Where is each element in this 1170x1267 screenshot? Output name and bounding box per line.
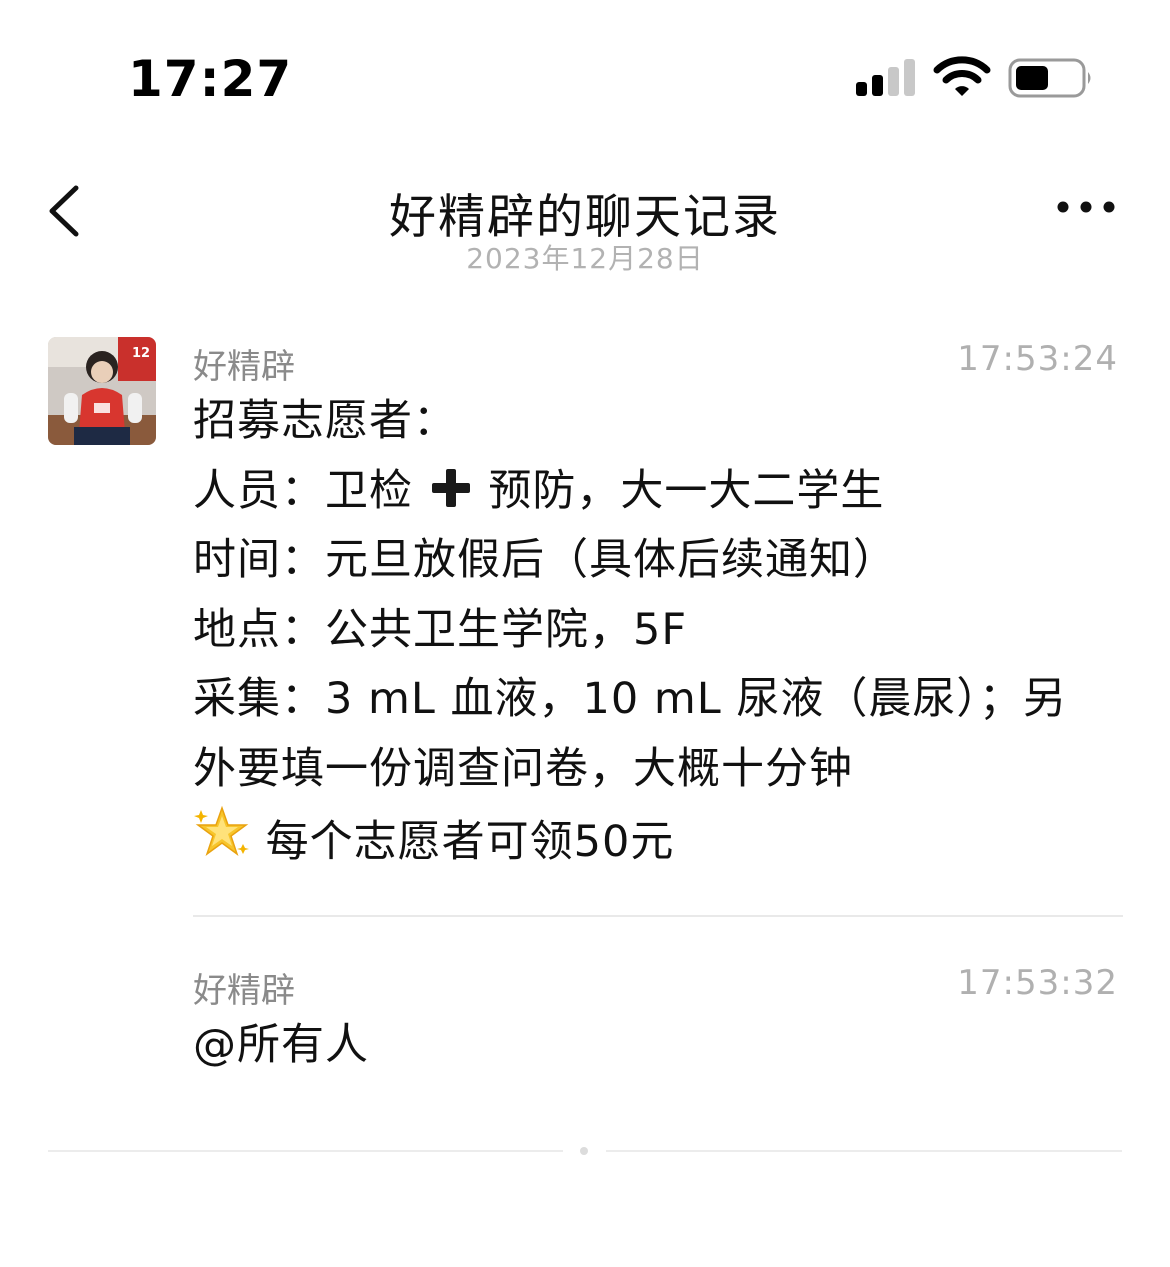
cellular-signal-icon xyxy=(856,59,915,96)
message-time: 17:53:24 xyxy=(957,339,1118,379)
message-line: @所有人 xyxy=(193,1020,369,1070)
end-divider-left xyxy=(48,1150,563,1152)
glowing-star-emoji-icon xyxy=(194,805,249,856)
chat-date: 2023年12月28日 xyxy=(466,242,704,275)
message-line: 人员：卫检 预防，大一大二学生 xyxy=(193,457,1093,527)
message-line: 地点：公共卫生学院，5F xyxy=(193,604,688,655)
message-line-part: 每个志愿者可领50元 xyxy=(265,817,675,867)
navigation-bar: 好精辟的聊天记录 2023年12月28日 xyxy=(0,150,1170,280)
message-line: 外要填一份调查问卷，大概十分钟 xyxy=(193,743,853,794)
status-bar: 17:27 xyxy=(0,0,1170,150)
message-line: 每个志愿者可领50元 xyxy=(193,804,1093,878)
end-divider-right xyxy=(606,1150,1122,1152)
avatar-image: 12 xyxy=(48,337,156,445)
message-line: 时间：元旦放假后（具体后续通知） xyxy=(193,535,897,585)
status-time: 17:27 xyxy=(128,50,293,108)
message-time: 17:53:32 xyxy=(957,963,1118,1003)
message-line-part: 预防，大一大二学生 xyxy=(488,465,885,516)
sender-name: 好精辟 xyxy=(193,347,295,387)
more-dots-icon[interactable] xyxy=(1054,190,1118,224)
message-line-part: 人员：卫检 xyxy=(193,465,413,516)
message-line: 招募志愿者： xyxy=(193,396,457,446)
message-text[interactable]: @所有人 xyxy=(193,1011,1093,1081)
svg-text:12: 12 xyxy=(132,346,150,361)
message-divider xyxy=(193,915,1123,917)
plus-emoji-icon xyxy=(431,468,470,507)
sender-name: 好精辟 xyxy=(193,971,295,1011)
avatar[interactable]: 12 xyxy=(48,337,156,445)
message-text[interactable]: 招募志愿者： 人员：卫检 预防，大一大二学生 时间：元旦放假后（具体后续通知） … xyxy=(193,387,1093,878)
end-divider-dot xyxy=(580,1147,588,1155)
message-line: 采集：3 mL 血液，10 mL 尿液（晨尿）；另 xyxy=(193,674,1067,724)
wifi-icon xyxy=(933,56,991,96)
battery-icon xyxy=(1008,58,1091,98)
